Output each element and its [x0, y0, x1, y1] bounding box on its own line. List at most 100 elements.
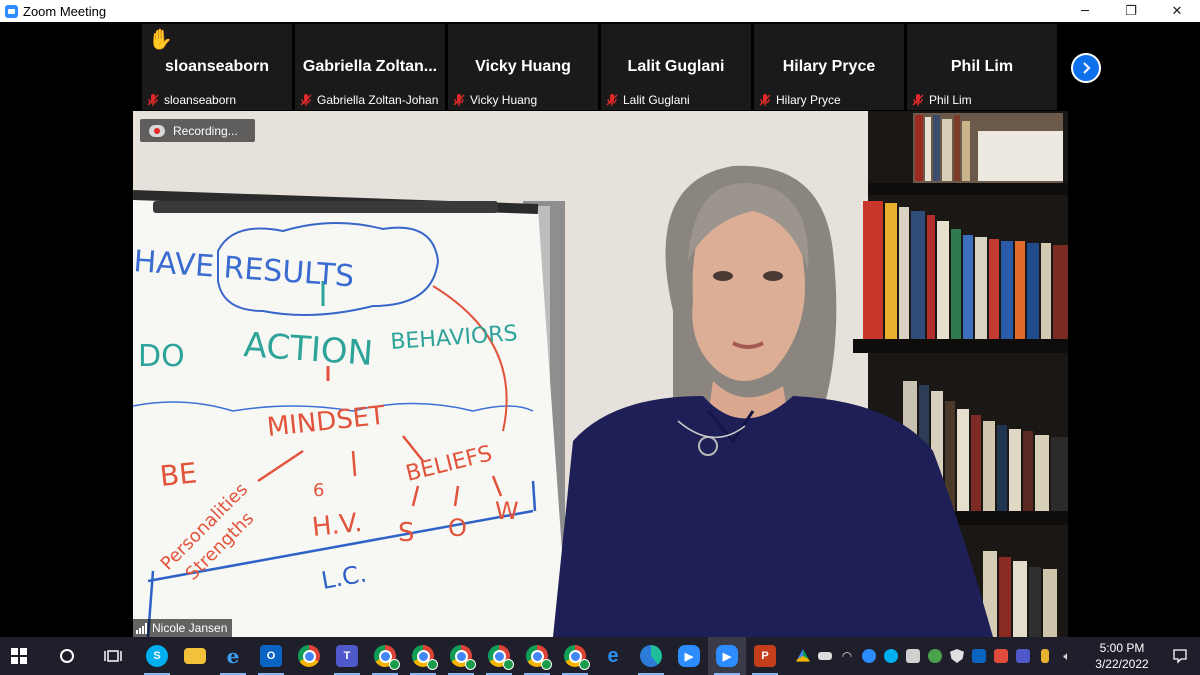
- window-title: Zoom Meeting: [23, 3, 107, 19]
- participant-display-name: sloanseaborn: [164, 58, 270, 75]
- chevron-right-icon: [1083, 62, 1091, 74]
- participant-tile[interactable]: Vicky Huang Vicky Huang: [448, 24, 598, 110]
- whiteboard-text-be: BE: [158, 456, 198, 493]
- participant-label: Hilary Pryce: [758, 92, 841, 108]
- folder-icon: [184, 648, 206, 664]
- mic-muted-icon: [147, 94, 159, 106]
- chrome-icon: [450, 645, 476, 670]
- clock-date: 3/22/2022: [1095, 657, 1149, 671]
- participant-name: Gabriella Zoltan-Johan: [317, 93, 439, 107]
- taskbar-skype[interactable]: S: [138, 637, 176, 675]
- taskbar-powerpoint[interactable]: P: [746, 637, 784, 675]
- taskbar-file-explorer[interactable]: [176, 637, 214, 675]
- teams-icon: T: [336, 645, 358, 667]
- shield-icon[interactable]: [946, 637, 968, 675]
- signal-strength-icon: [136, 622, 147, 634]
- taskbar-chrome-profile[interactable]: [518, 637, 556, 675]
- taskbar-chrome-profile[interactable]: [404, 637, 442, 675]
- security-tray-icon[interactable]: [902, 637, 924, 675]
- whiteboard-text-hv: H.V.: [311, 508, 364, 543]
- participant-label: Gabriella Zoltan-Johan: [299, 92, 438, 108]
- taskbar-chrome-profile[interactable]: [480, 637, 518, 675]
- next-page-button[interactable]: [1071, 53, 1101, 83]
- battery-icon[interactable]: [814, 637, 836, 675]
- minimize-button[interactable]: ─: [1062, 0, 1108, 22]
- internet-explorer-icon: e: [226, 644, 240, 668]
- taskbar-clock[interactable]: 5:00 PM 3/22/2022: [1084, 640, 1160, 672]
- active-speaker-video: HAVE RESULTS DO ACTION BEHAVIORS MINDSET…: [133, 111, 1068, 637]
- task-view-button[interactable]: [94, 637, 132, 675]
- taskbar-edge[interactable]: [632, 637, 670, 675]
- chrome-icon: [564, 645, 590, 670]
- participant-name: sloanseaborn: [164, 93, 237, 107]
- mic-muted-icon: [300, 94, 312, 106]
- participant-display-name: Vicky Huang: [475, 58, 571, 75]
- window-controls: ─ ❐ ✕: [1062, 0, 1200, 22]
- outlook-icon: O: [260, 645, 282, 667]
- taskbar-zoom-meeting[interactable]: ▶: [708, 637, 746, 675]
- chrome-icon: [412, 645, 438, 670]
- participant-display-name: Gabriella Zoltan...: [302, 58, 438, 75]
- taskbar-teams[interactable]: T: [328, 637, 366, 675]
- taskbar-chrome-profile[interactable]: [366, 637, 404, 675]
- participant-tile[interactable]: Hilary Pryce Hilary Pryce: [754, 24, 904, 110]
- whiteboard-text-o: O: [448, 514, 467, 542]
- close-button[interactable]: ✕: [1154, 0, 1200, 22]
- outlook-tray-icon[interactable]: [968, 637, 990, 675]
- whiteboard-text-s: S: [398, 518, 415, 548]
- title-bar: Zoom Meeting ─ ❐ ✕: [0, 0, 1200, 22]
- mic-muted-icon: [759, 94, 771, 106]
- participant-tile[interactable]: Phil Lim Phil Lim: [907, 24, 1057, 110]
- participant-tile[interactable]: Lalit Guglani Lalit Guglani: [601, 24, 751, 110]
- cortana-button[interactable]: [48, 637, 86, 675]
- taskbar-zoom[interactable]: ▶: [670, 637, 708, 675]
- skype-tray-icon[interactable]: [880, 637, 902, 675]
- recording-icon: [149, 124, 165, 137]
- participant-label: Vicky Huang: [452, 92, 537, 108]
- skype-icon: S: [146, 645, 168, 667]
- participant-tile[interactable]: ✋ sloanseaborn sloanseaborn: [142, 24, 292, 110]
- participant-name: Lalit Guglani: [623, 93, 690, 107]
- powerpoint-icon: P: [754, 645, 776, 667]
- tag-tray-icon[interactable]: [1034, 637, 1056, 675]
- taskbar-chrome-profile[interactable]: [556, 637, 594, 675]
- teams-tray-icon[interactable]: [1012, 637, 1034, 675]
- participant-display-name: Phil Lim: [950, 58, 1014, 75]
- network-tray-icon[interactable]: [924, 637, 946, 675]
- recording-indicator[interactable]: Recording...: [140, 119, 255, 142]
- participant-strip: ✋ sloanseaborn sloanseaborn Gabriella Zo…: [0, 22, 1200, 110]
- cortana-icon: [60, 649, 74, 663]
- recording-label: Recording...: [173, 123, 238, 138]
- mic-muted-icon: [912, 94, 924, 106]
- chrome-icon: [374, 645, 400, 670]
- participant-display-name: Lalit Guglani: [627, 58, 725, 75]
- edge-icon: [640, 645, 662, 667]
- zoom-app-icon: [5, 4, 18, 18]
- wifi-icon[interactable]: ◠: [836, 637, 858, 675]
- volume-icon[interactable]: 🔈︎: [1056, 637, 1078, 675]
- participant-tile[interactable]: Gabriella Zoltan... Gabriella Zoltan-Joh…: [295, 24, 445, 110]
- zoom-icon: ▶: [678, 645, 700, 667]
- taskbar-outlook[interactable]: O: [252, 637, 290, 675]
- taskbar-edge[interactable]: e: [594, 637, 632, 675]
- chrome-icon: [488, 645, 514, 670]
- taskbar-chrome[interactable]: [290, 637, 328, 675]
- video-frame: HAVE RESULTS DO ACTION BEHAVIORS MINDSET…: [133, 111, 1068, 637]
- speaker-name: Nicole Jansen: [152, 621, 228, 635]
- windows-icon: [11, 648, 27, 664]
- participant-label: Lalit Guglani: [605, 92, 690, 108]
- start-button[interactable]: [0, 637, 38, 675]
- notifications-button[interactable]: [1160, 637, 1200, 675]
- whiteboard-text-6: 6: [313, 480, 324, 501]
- taskbar-chrome-profile[interactable]: [442, 637, 480, 675]
- zoom-tray-icon[interactable]: [858, 637, 880, 675]
- chrome-icon: [526, 645, 552, 670]
- taskbar-internet-explorer[interactable]: e: [214, 637, 252, 675]
- mic-muted-icon: [453, 94, 465, 106]
- system-tray: ◠ 🔈︎ 5:00 PM 3/22/2022: [792, 637, 1200, 675]
- raised-hand-icon: ✋: [148, 29, 173, 51]
- display-tray-icon[interactable]: [990, 637, 1012, 675]
- google-drive-icon[interactable]: [792, 637, 814, 675]
- restore-button[interactable]: ❐: [1108, 0, 1154, 22]
- edge-legacy-icon: e: [607, 644, 619, 667]
